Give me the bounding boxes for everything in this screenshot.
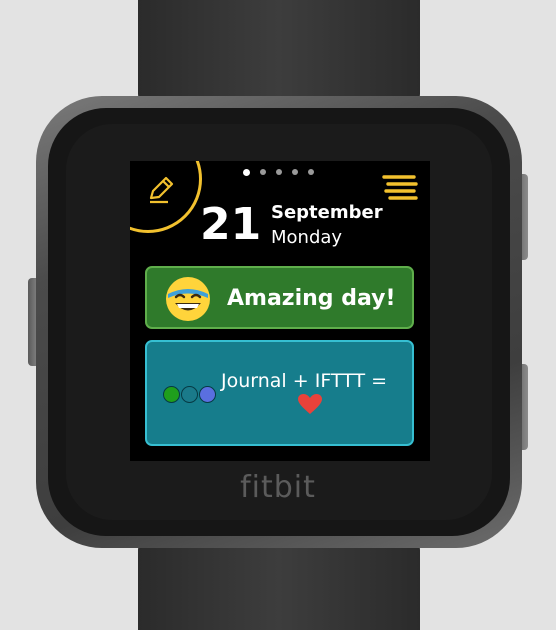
watch-band-top: [138, 0, 420, 104]
page-dot: [292, 169, 298, 175]
page-dot: [276, 169, 282, 175]
list-menu-icon[interactable]: [382, 175, 418, 201]
pencil-icon[interactable]: [146, 175, 176, 205]
ifttt-text: Journal + IFTTT =: [221, 370, 388, 392]
mood-label: Amazing day!: [227, 286, 396, 311]
ifttt-dot-green: [163, 386, 180, 403]
ifttt-dot-blue: [199, 386, 216, 403]
ifttt-card[interactable]: Journal + IFTTT =: [145, 340, 414, 446]
page-indicator: [243, 169, 314, 176]
brand-logo: fitbit: [240, 470, 316, 505]
ifttt-dots: [163, 386, 217, 403]
page-dot: [308, 169, 314, 175]
grinning-face-emoji-icon: [166, 277, 210, 321]
ifttt-dot-teal: [181, 386, 198, 403]
page-dot: [260, 169, 266, 175]
heart-icon: [298, 394, 322, 414]
watch-screen: 21 September Monday Amazing day! Journal…: [130, 161, 430, 461]
date-weekday: Monday: [271, 227, 343, 248]
date-month: September: [271, 202, 383, 223]
date-day: 21: [200, 199, 262, 250]
page-dot-active: [243, 169, 250, 176]
watch-band-bottom: [138, 540, 420, 630]
mood-card[interactable]: Amazing day!: [145, 266, 414, 329]
